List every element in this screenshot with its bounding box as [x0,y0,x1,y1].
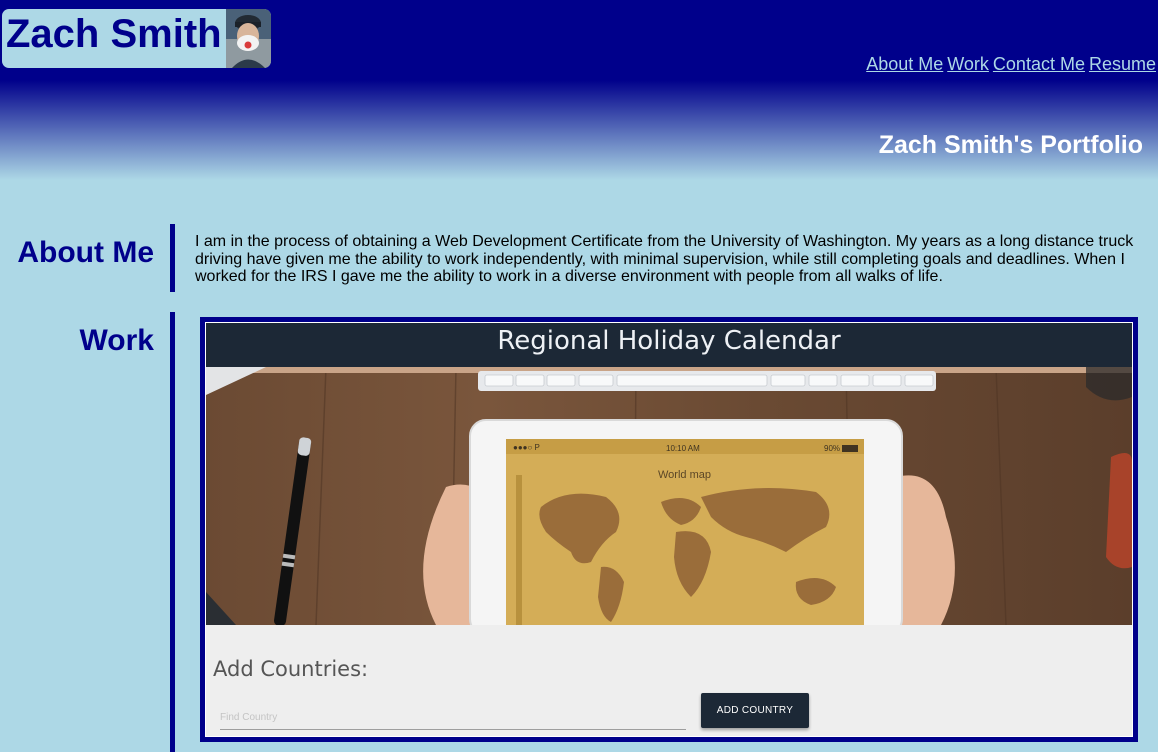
tablet-screen-title: World map [658,469,711,481]
add-countries-title: Add Countries: [213,657,369,681]
project-screenshot[interactable]: Regional Holiday Calendar ●●●○ P 10:10 A… [206,323,1132,736]
nav-about-me-link[interactable]: About Me [866,54,943,75]
main-nav: About Me Work Contact Me Resume [866,54,1156,75]
work-heading: Work [79,324,154,357]
about-divider [170,224,175,292]
svg-text:●●●○ P: ●●●○ P [513,443,540,452]
site-header: Zach Smith About Me Work Contact Me Resu… [0,0,1158,180]
avatar [226,9,271,68]
add-country-button[interactable]: ADD COUNTRY [701,693,809,728]
add-countries-form: Add Countries: ADD COUNTRY [206,625,1132,736]
tablet-status-time: 10:10 AM [666,444,700,453]
find-country-input[interactable] [220,705,686,730]
tablet-world-map-illustration: ●●●○ P 10:10 AM 90% World map [206,367,1132,625]
nav-work-link[interactable]: Work [947,54,989,75]
nav-resume-link[interactable]: Resume [1089,54,1156,75]
about-heading: About Me [17,236,154,269]
project-header-bar: Regional Holiday Calendar [206,323,1132,367]
nav-contact-me-link[interactable]: Contact Me [993,54,1085,75]
project-card[interactable]: Regional Holiday Calendar ●●●○ P 10:10 A… [200,317,1138,742]
about-paragraph: I am in the process of obtaining a Web D… [195,233,1134,285]
page-subtitle: Zach Smith's Portfolio [878,131,1143,159]
person-photo-icon [226,9,271,68]
project-title: Regional Holiday Calendar [497,326,841,356]
project-hero-image: ●●●○ P 10:10 AM 90% World map [206,367,1132,625]
work-divider [170,312,175,752]
brand-badge: Zach Smith [2,9,271,68]
tablet-status-battery: 90% [824,444,840,453]
site-name: Zach Smith [6,12,222,56]
